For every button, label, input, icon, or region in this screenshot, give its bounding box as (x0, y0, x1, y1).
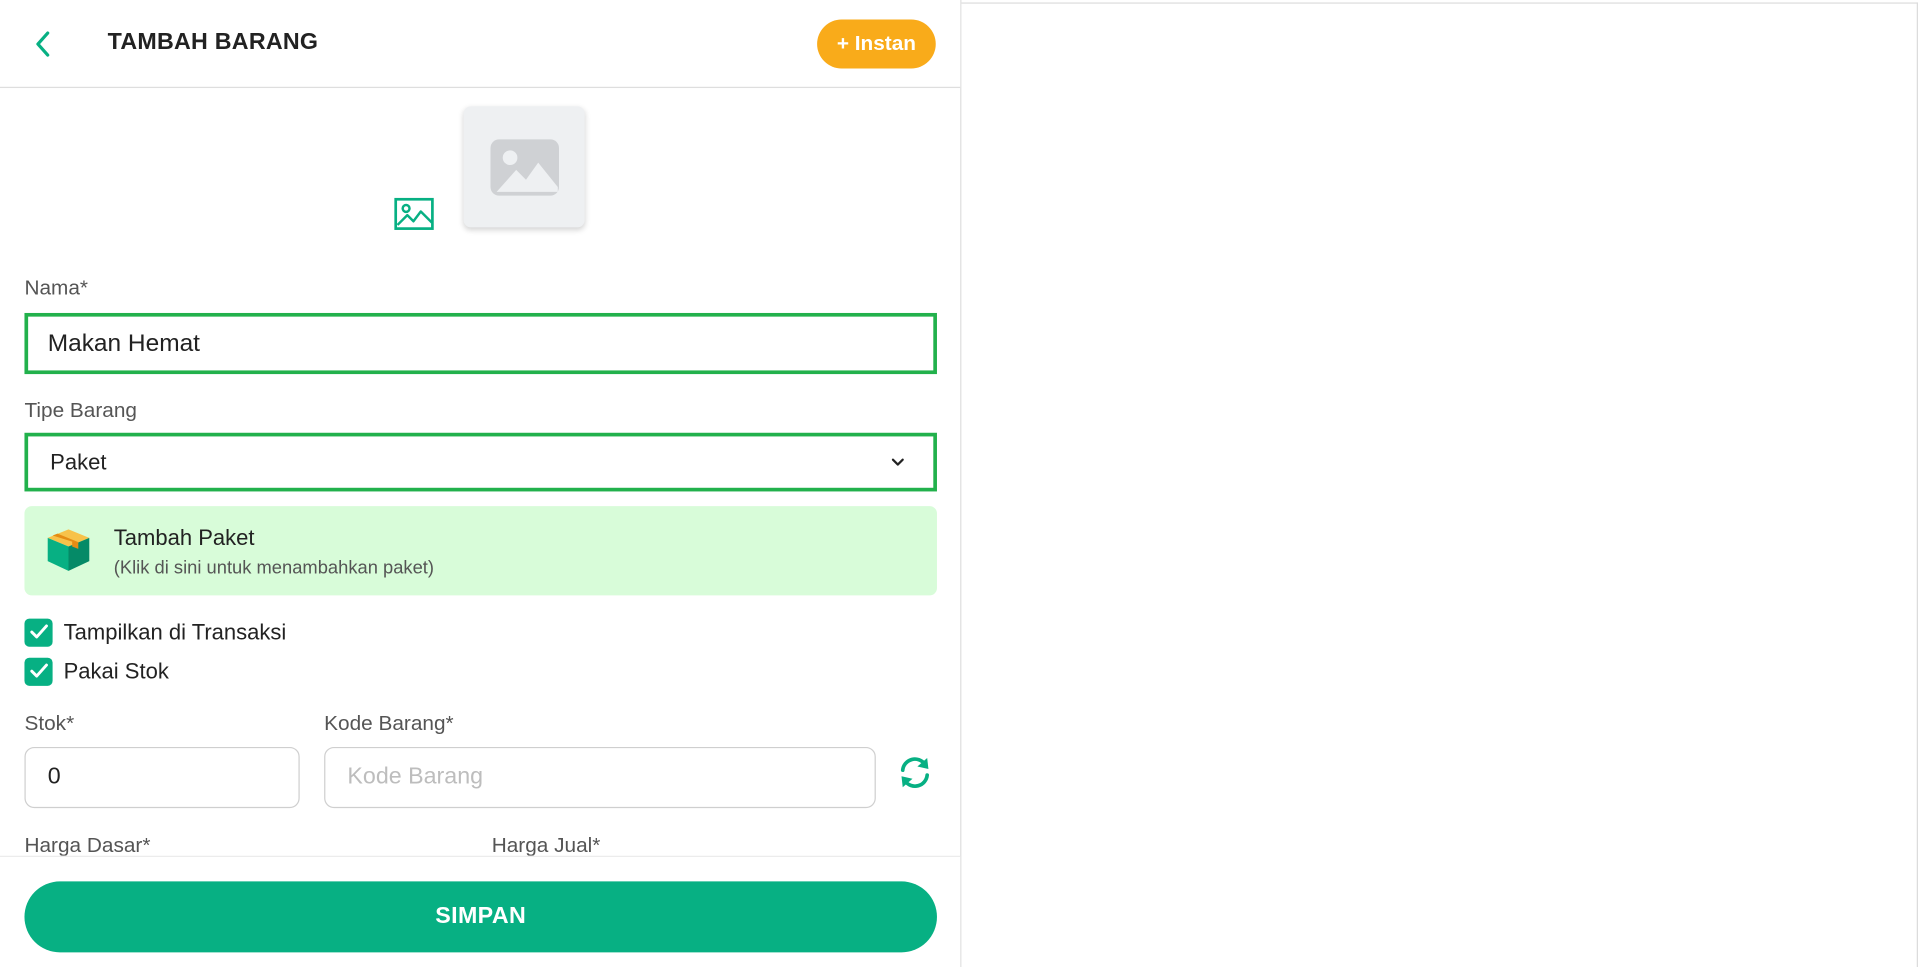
tipe-barang-select[interactable]: Paket (24, 432, 937, 492)
generate-kode-button[interactable] (898, 754, 932, 791)
stok-label: Stok* (24, 711, 75, 735)
tampilkan-checkbox[interactable] (24, 617, 53, 647)
form-panel: TAMBAH BARANG + Instan Nama* Makan Hemat… (0, 0, 962, 967)
chevron-left-icon (36, 31, 50, 57)
image-icon (394, 197, 434, 230)
kode-barang-label: Kode Barang* (324, 711, 454, 735)
nama-input[interactable]: Makan Hemat (24, 312, 937, 375)
tampilkan-label: Tampilkan di Transaksi (63, 619, 287, 644)
check-icon (29, 663, 48, 678)
pakai-stok-checkbox-row[interactable]: Pakai Stok (24, 656, 169, 686)
tambah-paket-button[interactable]: Tambah Paket (Klik di sini untuk menamba… (24, 506, 937, 596)
stok-input[interactable]: 0 (24, 746, 300, 809)
paket-title: Tambah Paket (113, 525, 255, 551)
box-icon (47, 529, 90, 571)
pakai-stok-checkbox[interactable] (24, 657, 53, 686)
instan-button[interactable]: + Instan (817, 19, 936, 69)
check-icon (29, 624, 48, 639)
harga-dasar-label: Harga Dasar* (24, 833, 151, 857)
pakai-stok-label: Pakai Stok (63, 658, 169, 683)
chevron-down-icon (891, 458, 904, 466)
detail-panel-empty (961, 2, 1918, 967)
harga-jual-label: Harga Jual* (491, 833, 601, 857)
tipe-barang-label: Tipe Barang (24, 398, 137, 422)
tampilkan-checkbox-row[interactable]: Tampilkan di Transaksi (24, 617, 287, 647)
page-title: TAMBAH BARANG (107, 29, 319, 56)
app-stage: TAMBAH BARANG + Instan Nama* Makan Hemat… (0, 0, 1918, 967)
simpan-button[interactable]: SIMPAN (24, 881, 937, 953)
back-button[interactable] (27, 27, 59, 61)
image-upload-button[interactable] (394, 196, 434, 233)
refresh-icon (900, 757, 930, 788)
kode-barang-input[interactable]: Kode Barang (324, 746, 876, 809)
image-placeholder-icon (489, 138, 559, 195)
header: TAMBAH BARANG + Instan (0, 0, 961, 89)
nama-label: Nama* (24, 276, 89, 300)
tipe-barang-value: Paket (50, 449, 107, 474)
image-preview[interactable] (463, 106, 585, 228)
footer: SIMPAN (0, 855, 961, 967)
paket-subtitle: (Klik di sini untuk menambahkan paket) (113, 557, 434, 579)
